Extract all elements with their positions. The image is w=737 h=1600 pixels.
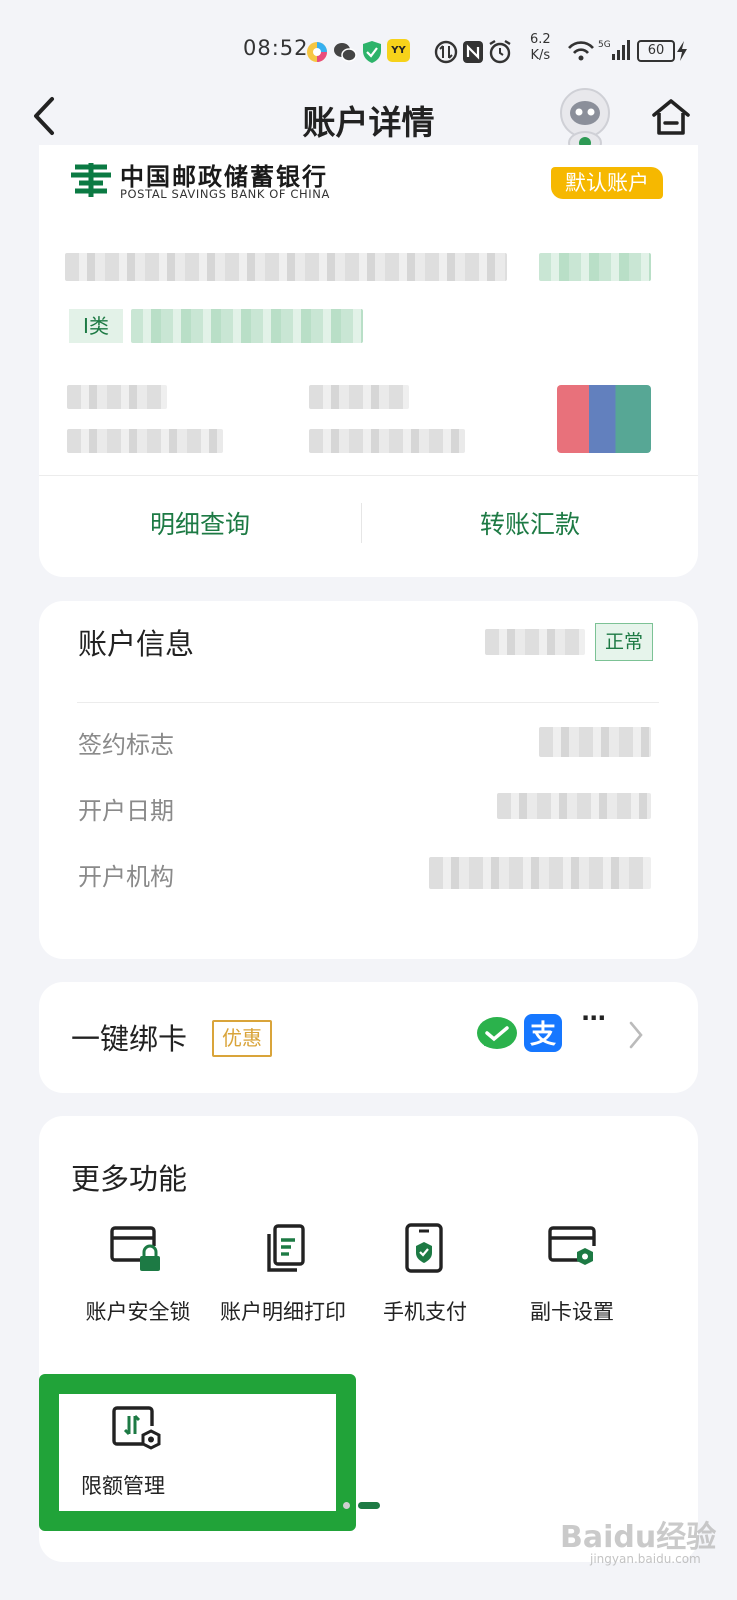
signal-5g-icon: 5G [598,40,630,60]
sign-flag-value-masked [539,727,651,757]
more-functions-card: 更多功能 账户安全锁 账户明细打印 手机支付 副卡设置 限额管理 [39,1116,698,1562]
more-bind-options-icon[interactable]: ··· [581,1004,606,1032]
psbc-logo-icon [71,163,111,197]
app-colorful-icon [307,42,327,62]
bind-card-row[interactable]: 一键绑卡 优惠 支 ··· [39,982,698,1093]
page-dot-active [358,1502,380,1509]
alarm-icon [489,39,511,64]
data-usage-icon [434,40,458,64]
account-type-masked [131,309,363,343]
page-dot-inactive [343,1502,350,1509]
svg-text:支: 支 [530,1020,556,1050]
function-label: 手机支付 [383,1300,467,1324]
account-suffix-masked [539,253,651,281]
account-card: 中国邮政储蓄银行 POSTAL SAVINGS BANK OF CHINA 默认… [39,145,698,577]
open-date-value-masked [497,793,651,819]
status-time: 08:52 [243,36,309,60]
balance-value-masked [67,429,223,453]
document-print-icon [267,1224,305,1272]
charging-bolt-icon [677,41,687,61]
detail-query-button[interactable]: 明细查询 [39,475,361,575]
svg-text:5G: 5G [598,40,611,50]
function-item-limit-management[interactable]: 限额管理 [59,1394,297,1504]
wifi-icon [568,41,594,61]
function-item-phone-pay[interactable]: 手机支付 [365,1222,485,1332]
card-settings-icon [548,1226,596,1265]
open-date-label: 开户日期 [78,797,174,825]
shield-check-icon [363,41,381,63]
balance-label-masked [67,385,167,409]
account-status-badge: 正常 [595,623,653,661]
card-brand-logo-masked [557,385,651,453]
wechat-icon[interactable] [476,1016,518,1054]
sign-flag-label: 签约标志 [78,731,174,759]
chevron-right-icon[interactable] [627,1020,645,1050]
function-label: 账户安全锁 [85,1300,191,1324]
account-number-masked [65,253,507,281]
more-functions-title: 更多功能 [71,1162,188,1196]
account-info-value-masked [485,629,585,655]
function-label: 账户明细打印 [220,1300,346,1324]
account-info-title: 账户信息 [78,627,195,661]
home-icon[interactable] [650,96,692,138]
transfer-button[interactable]: 转账汇款 [362,475,698,575]
available-value-masked [309,429,465,453]
phone-pay-icon [405,1223,443,1273]
nfc-icon [463,41,483,63]
account-info-card: 账户信息 正常 签约标志 开户日期 开户机构 [39,601,698,959]
promo-badge: 优惠 [212,1020,272,1057]
open-branch-label: 开户机构 [78,863,174,891]
bank-name-en: POSTAL SAVINGS BANK OF CHINA [120,187,330,201]
wechat-status-icon [334,43,357,62]
open-branch-value-masked [429,857,651,889]
function-label: 副卡设置 [530,1300,614,1324]
info-divider [77,702,659,703]
watermark-url: jingyan.baidu.com [590,1552,701,1566]
function-item-sub-card[interactable]: 副卡设置 [507,1222,637,1332]
bind-card-title: 一键绑卡 [71,1022,188,1056]
default-account-badge: 默认账户 [551,167,663,199]
limit-settings-icon [112,1406,161,1450]
battery-indicator: 60 [637,40,675,62]
yy-app-icon: YY [387,39,410,62]
alipay-icon[interactable]: 支 [524,1014,562,1052]
network-speed: 6.2 K/s [530,32,551,63]
function-item-security-lock[interactable]: 账户安全锁 [73,1222,203,1332]
card-lock-icon [110,1226,160,1271]
page-title: 账户详情 [302,103,435,142]
account-class-badge: I类 [69,309,123,343]
available-label-masked [309,385,409,409]
function-item-detail-print[interactable]: 账户明细打印 [211,1222,355,1332]
function-label: 限额管理 [81,1474,165,1498]
status-bar: 08:52 YY 6.2 K/s 5G 60 [0,0,737,95]
watermark-text: Baidu经验 [560,1520,717,1555]
